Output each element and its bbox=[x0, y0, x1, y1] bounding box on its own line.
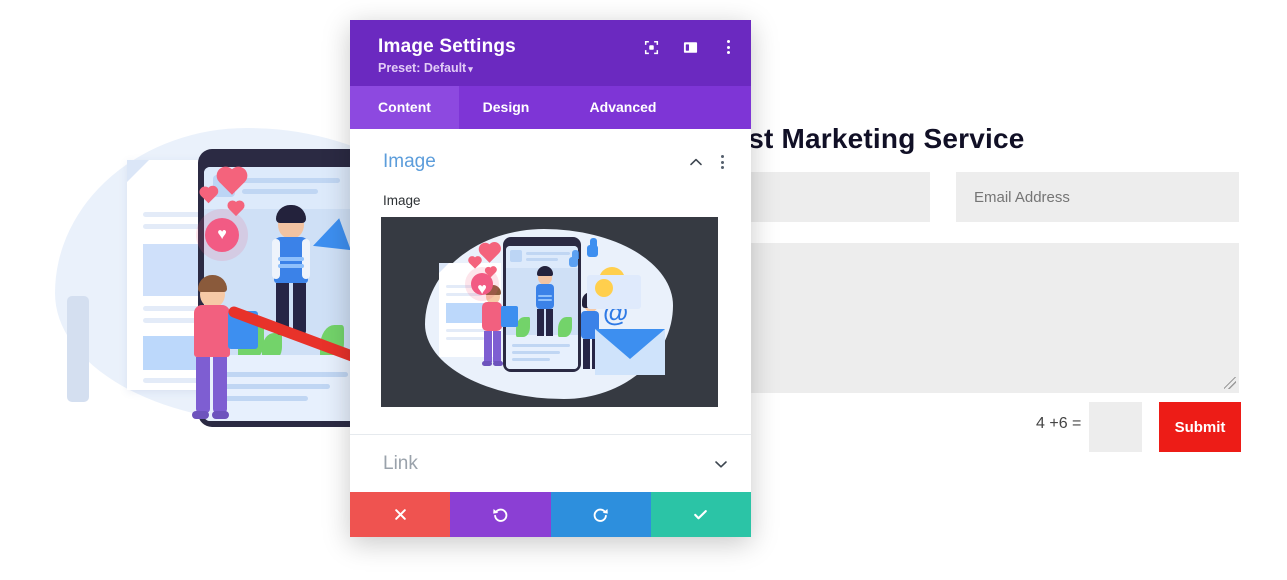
section-kebab-menu-icon[interactable] bbox=[716, 153, 729, 171]
modal-header: Image Settings Preset: Default ▾ bbox=[350, 20, 751, 86]
email-input[interactable] bbox=[956, 172, 1239, 222]
redo-button[interactable] bbox=[550, 492, 651, 537]
page-title: Best Marketing Service bbox=[712, 123, 1025, 154]
close-icon bbox=[394, 509, 406, 520]
document-fold bbox=[127, 160, 149, 182]
chevron-up-icon[interactable] bbox=[688, 154, 704, 170]
tab-advanced[interactable]: Advanced bbox=[553, 86, 693, 129]
image-section-title: Image bbox=[383, 151, 436, 172]
modal-action-bar bbox=[350, 492, 751, 537]
captcha-input[interactable] bbox=[1089, 402, 1142, 452]
image-settings-modal: Image Settings Preset: Default ▾ Content … bbox=[350, 20, 751, 537]
textarea-resize-handle[interactable] bbox=[1224, 377, 1236, 389]
preset-label: Preset: Default bbox=[378, 61, 467, 75]
undo-button[interactable] bbox=[450, 492, 551, 537]
modal-tabs: Content Design Advanced bbox=[350, 86, 751, 129]
redo-icon bbox=[593, 508, 608, 522]
preset-caret-icon: ▾ bbox=[468, 64, 473, 74]
modal-header-icons bbox=[644, 38, 735, 56]
check-icon bbox=[694, 510, 708, 520]
undo-icon bbox=[493, 508, 508, 522]
layout-panel-icon[interactable] bbox=[683, 40, 698, 55]
link-section-title: Link bbox=[383, 452, 418, 474]
illustration-person-man bbox=[256, 201, 351, 341]
submit-button[interactable]: Submit bbox=[1159, 402, 1241, 452]
illustration-side-bar bbox=[67, 296, 89, 402]
tab-design[interactable]: Design bbox=[459, 86, 553, 129]
image-preview-thumbnail[interactable]: @ bbox=[381, 217, 718, 407]
illustration-person-woman bbox=[188, 271, 258, 423]
save-button[interactable] bbox=[650, 492, 751, 537]
kebab-menu-icon[interactable] bbox=[722, 38, 735, 56]
preset-selector[interactable]: Preset: Default ▾ bbox=[378, 61, 731, 75]
cancel-button[interactable] bbox=[350, 492, 451, 537]
image-field-label: Image bbox=[383, 193, 421, 208]
chevron-down-icon[interactable] bbox=[713, 456, 729, 472]
tab-content[interactable]: Content bbox=[350, 86, 459, 129]
modal-body: Image Image @ ♥ Link bbox=[350, 129, 751, 492]
link-section-header[interactable]: Link bbox=[350, 435, 751, 492]
captcha-label: 4 +6 = bbox=[1036, 415, 1082, 432]
focus-target-icon[interactable] bbox=[644, 40, 659, 55]
image-section-header: Image bbox=[350, 129, 751, 173]
